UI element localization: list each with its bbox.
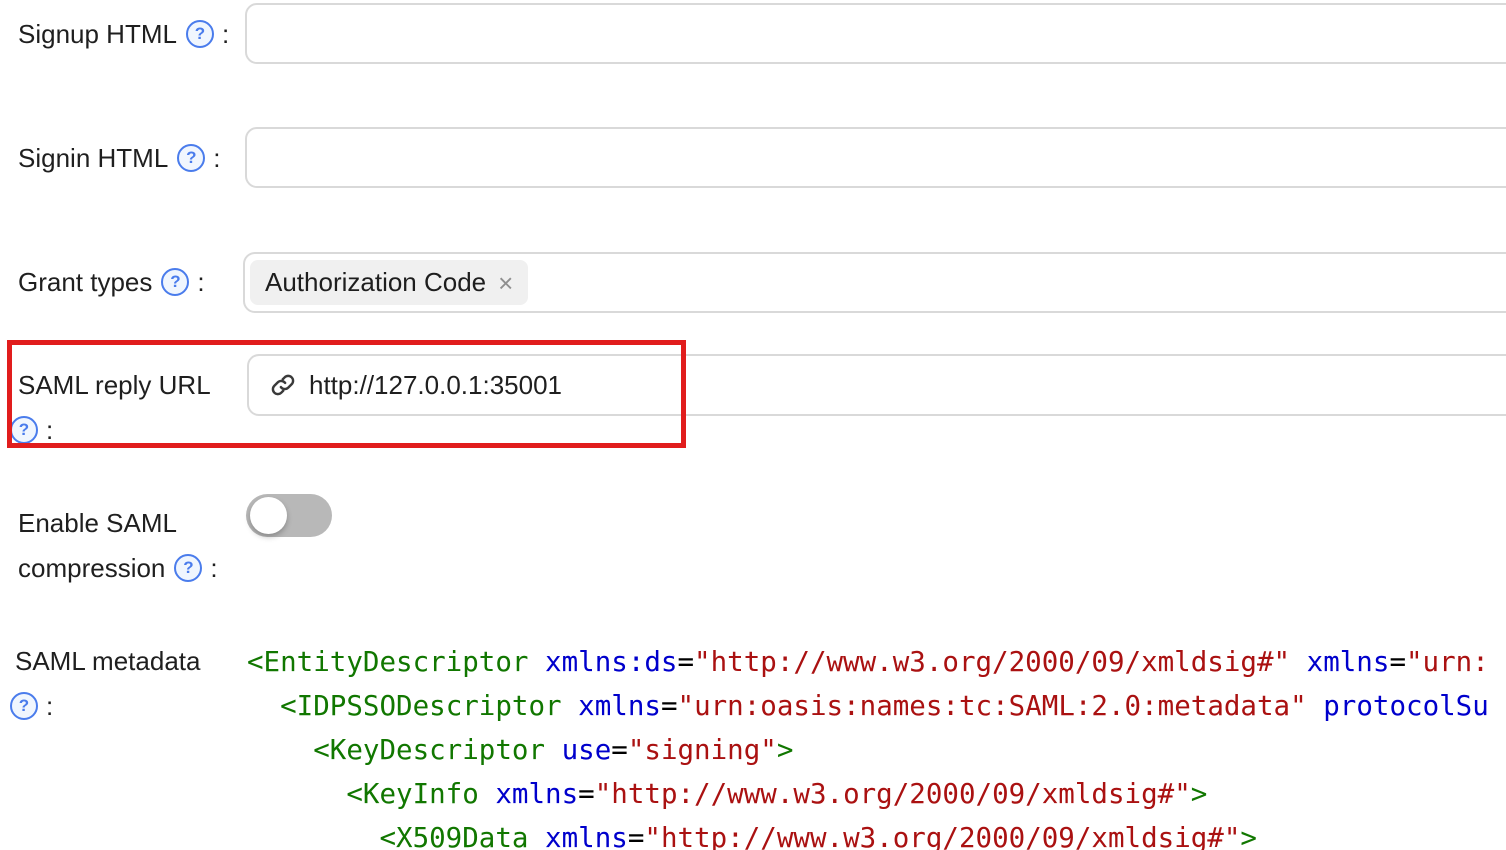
code-line: <KeyInfo xmlns="http://www.w3.org/2000/0… xyxy=(247,772,1506,816)
application-edit-form: Signup HTML ? : Signin HTML ? : Grant ty… xyxy=(0,0,1506,840)
close-icon[interactable]: × xyxy=(498,270,513,296)
grant-types-label-text: Grant types xyxy=(18,267,152,298)
signup-html-label: Signup HTML ? : xyxy=(18,18,229,50)
signin-html-input[interactable] xyxy=(245,127,1506,188)
label-colon: : xyxy=(46,415,53,446)
code-line: <KeyDescriptor use="signing"> xyxy=(247,728,1506,772)
saml-reply-url-input-value: http://127.0.0.1:35001 xyxy=(309,370,562,401)
label-colon: : xyxy=(210,553,217,584)
saml-reply-url-input[interactable]: http://127.0.0.1:35001 xyxy=(247,354,1506,416)
saml-reply-url-label: SAML reply URL xyxy=(18,369,211,401)
enable-saml-compression-toggle[interactable] xyxy=(246,494,332,537)
signin-html-label: Signin HTML ? : xyxy=(18,142,221,174)
code-line: <X509Data xmlns="http://www.w3.org/2000/… xyxy=(247,816,1506,850)
grant-types-label: Grant types ? : xyxy=(18,266,205,298)
question-circle-icon[interactable]: ? xyxy=(10,416,38,444)
code-line: <IDPSSODescriptor xmlns="urn:oasis:names… xyxy=(247,684,1506,728)
signin-html-label-text: Signin HTML xyxy=(18,143,168,174)
link-icon xyxy=(269,371,297,399)
grant-type-tag: Authorization Code × xyxy=(250,260,528,305)
code-line: <EntityDescriptor xmlns:ds="http://www.w… xyxy=(247,640,1506,684)
question-circle-icon[interactable]: ? xyxy=(177,144,205,172)
question-circle-icon[interactable]: ? xyxy=(161,268,189,296)
saml-reply-url-label-line2: ? : xyxy=(10,414,53,446)
enable-saml-compression-label: Enable SAML xyxy=(18,507,177,539)
saml-metadata-label-line2: ? : xyxy=(10,690,53,722)
signup-html-input[interactable] xyxy=(245,3,1506,64)
enable-saml-compression-label-line1: Enable SAML xyxy=(18,508,177,539)
saml-metadata-label: SAML metadata xyxy=(15,645,200,677)
label-colon: : xyxy=(222,19,229,50)
question-circle-icon[interactable]: ? xyxy=(186,20,214,48)
grant-type-tag-text: Authorization Code xyxy=(265,267,486,298)
label-colon: : xyxy=(46,691,53,722)
question-circle-icon[interactable]: ? xyxy=(174,554,202,582)
label-colon: : xyxy=(213,143,220,174)
enable-saml-compression-label-line2: compression ? : xyxy=(18,552,218,584)
signup-html-label-text: Signup HTML xyxy=(18,19,177,50)
question-circle-icon[interactable]: ? xyxy=(10,692,38,720)
saml-reply-url-label-text: SAML reply URL xyxy=(18,370,211,401)
enable-saml-compression-label-text2: compression xyxy=(18,553,165,584)
grant-types-select[interactable]: Authorization Code × xyxy=(243,252,1506,313)
toggle-knob xyxy=(250,497,287,534)
label-colon: : xyxy=(197,267,204,298)
saml-metadata-label-text: SAML metadata xyxy=(15,646,200,677)
saml-metadata-code-editor[interactable]: <EntityDescriptor xmlns:ds="http://www.w… xyxy=(247,640,1506,850)
